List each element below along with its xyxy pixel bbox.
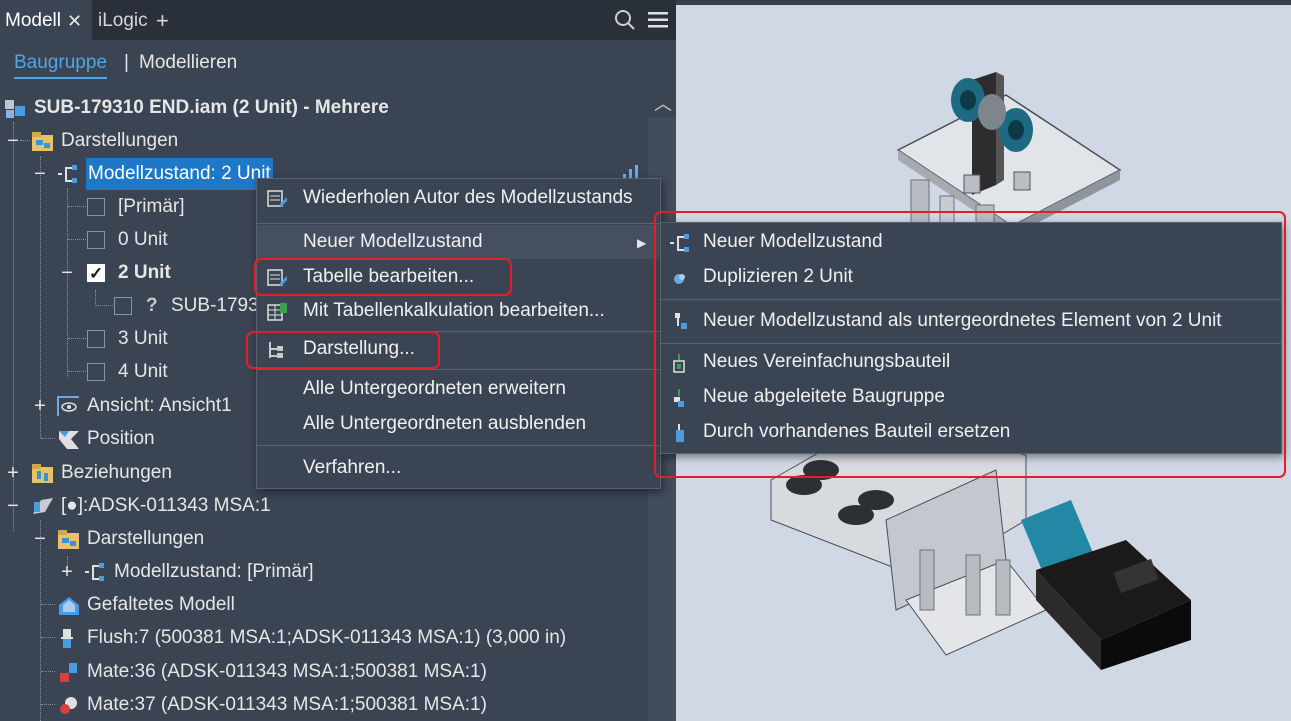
- tree-item-primar-label: [Primär]: [118, 196, 185, 217]
- menu-item-label: Neuer Modellzustand: [303, 231, 483, 252]
- checkbox[interactable]: [114, 297, 132, 315]
- folder-icon: [32, 132, 53, 151]
- browser-tab-bar: Modell ✕ iLogic +: [0, 0, 676, 40]
- tree-item-0-unit-label: 0 Unit: [118, 229, 168, 250]
- menu-item-wiederholen[interactable]: Wiederholen Autor des Modellzustands: [257, 181, 660, 215]
- add-tab-icon: +: [156, 8, 169, 33]
- unknown-icon: ?: [146, 295, 158, 316]
- tree-mate-37-label: Mate:37 (ADSK-011343 MSA:1;500381 MSA:1): [87, 694, 487, 715]
- tree-gefaltetes-label: Gefaltetes Modell: [87, 594, 235, 615]
- flush-constraint-icon: [61, 629, 73, 648]
- model-state-icon: [58, 165, 77, 183]
- mate-constraint-icon: [60, 697, 77, 714]
- expand-icon[interactable]: +: [33, 390, 47, 422]
- view-icon: [57, 396, 79, 416]
- tree-item-2-unit-label: 2 Unit: [118, 262, 171, 283]
- menu-item-ausblenden[interactable]: Alle Untergeordneten ausblenden: [257, 407, 660, 441]
- menu-item-label: Wiederholen Autor des Modellzustands: [303, 187, 633, 208]
- expand-icon[interactable]: +: [6, 457, 20, 489]
- flexible-assembly-icon: [33, 498, 53, 514]
- collapse-icon[interactable]: −: [33, 158, 47, 190]
- checkbox[interactable]: [87, 198, 105, 216]
- spreadsheet-icon: [267, 303, 287, 321]
- tab-modell-label: Modell: [5, 10, 61, 31]
- menu-item-label: Mit Tabellenkalkulation bearbeiten...: [303, 300, 605, 321]
- subtab-separator: |: [124, 52, 129, 73]
- subtab-baugruppe[interactable]: Baugruppe: [14, 52, 107, 79]
- tree-modellzustand-2-label: Modellzustand: [Primär]: [114, 561, 314, 582]
- tab-modell[interactable]: Modell ✕: [0, 0, 92, 40]
- mate-constraint-icon: [60, 663, 77, 682]
- menu-item-erweitern[interactable]: Alle Untergeordneten erweitern: [257, 372, 660, 406]
- checkbox[interactable]: [87, 231, 105, 249]
- menu-item-neuer-modellzustand[interactable]: Neuer Modellzustand ▶: [257, 225, 660, 259]
- tree-item-sub-label: SUB-1793: [171, 295, 259, 316]
- tree-adsk-label: [●]:ADSK-011343 MSA:1: [61, 495, 271, 516]
- scroll-up-icon[interactable]: ︿: [654, 90, 672, 116]
- relationships-folder-icon: [32, 464, 53, 483]
- menu-item-tabellenkalkulation[interactable]: Mit Tabellenkalkulation bearbeiten...: [257, 294, 660, 328]
- tree-flush-label: Flush:7 (500381 MSA:1;ADSK-011343 MSA:1)…: [87, 627, 567, 648]
- search-icon[interactable]: [614, 9, 636, 31]
- menu-icon[interactable]: [648, 11, 668, 29]
- tree-modellzustand-label: Modellzustand: 2 Unit: [86, 158, 273, 190]
- position-icon: [59, 431, 79, 449]
- collapse-icon[interactable]: −: [60, 257, 74, 289]
- menu-item-label: Alle Untergeordneten ausblenden: [303, 413, 587, 434]
- tree-darstellungen-2-label: Darstellungen: [87, 528, 205, 549]
- checkbox-checked[interactable]: [87, 258, 105, 290]
- tree-beziehungen-label: Beziehungen: [61, 462, 172, 483]
- tree-mate-36-label: Mate:36 (ADSK-011343 MSA:1;500381 MSA:1): [87, 661, 487, 682]
- tab-ilogic[interactable]: iLogic: [98, 0, 148, 40]
- tab-ilogic-label: iLogic: [98, 10, 148, 31]
- subtab-modellieren[interactable]: Modellieren: [139, 52, 237, 74]
- tree-item-3-unit-label: 3 Unit: [118, 328, 168, 349]
- table-edit-icon: [267, 190, 287, 207]
- tree-ansicht-label: Ansicht: Ansicht1: [87, 395, 232, 416]
- model-state-icon: [85, 563, 104, 581]
- annotation-box: [246, 331, 440, 369]
- annotation-box: [254, 258, 512, 296]
- assembly-icon: [5, 100, 25, 118]
- menu-item-verfahren[interactable]: Verfahren...: [257, 451, 660, 485]
- browser-subtabs: Baugruppe | Modellieren: [0, 44, 676, 82]
- collapse-icon[interactable]: −: [33, 523, 47, 555]
- collapse-icon[interactable]: −: [6, 490, 20, 522]
- folded-model-icon: [59, 597, 79, 615]
- checkbox[interactable]: [87, 330, 105, 348]
- annotation-box: [654, 211, 1286, 478]
- tree-item-4-unit-label: 4 Unit: [118, 361, 168, 382]
- tree-position-label: Position: [87, 428, 155, 449]
- collapse-icon[interactable]: −: [6, 125, 20, 157]
- folder-icon: [58, 530, 79, 549]
- tree-root-label: SUB-179310 END.iam (2 Unit) - Mehrere: [34, 97, 389, 118]
- add-tab-button[interactable]: +: [156, 0, 169, 40]
- expand-icon[interactable]: +: [60, 556, 74, 588]
- menu-item-label: Alle Untergeordneten erweitern: [303, 378, 566, 399]
- checkbox[interactable]: [87, 363, 105, 381]
- submenu-arrow-icon: ▶: [637, 236, 647, 250]
- tree-darstellungen-label: Darstellungen: [61, 130, 179, 151]
- menu-item-label: Verfahren...: [303, 457, 402, 478]
- close-icon[interactable]: ✕: [67, 0, 82, 42]
